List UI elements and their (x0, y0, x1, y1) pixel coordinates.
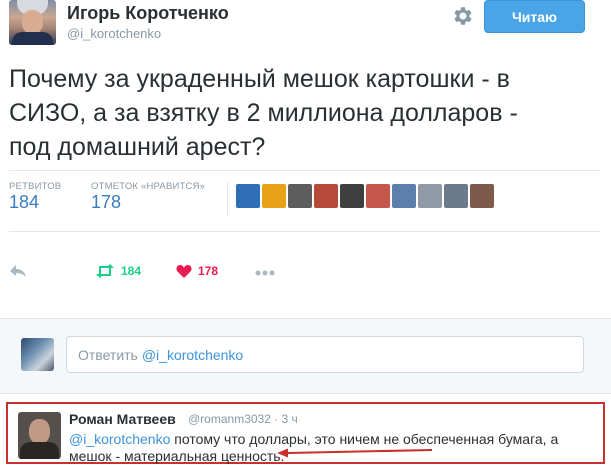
annotation-arrow (277, 448, 433, 458)
reply-author-avatar[interactable] (18, 412, 61, 459)
like-action[interactable]: 178 (176, 264, 218, 278)
reply-text-line-2: мешок - материальная ценность. (69, 448, 285, 464)
tweet-actions: 184 178 (0, 264, 611, 290)
retweets-label: РЕТВИТОВ (9, 181, 62, 192)
heart-icon (176, 265, 192, 278)
liker-avatar[interactable] (262, 184, 286, 208)
author-handle[interactable]: @i_korotchenko (67, 26, 161, 41)
tweet-text: Почему за украденный мешок картошки - в … (9, 62, 599, 164)
reply-placeholder-mention: @i_korotchenko (141, 346, 244, 363)
reply-tweet[interactable]: Роман Матвеев @romanm3032 · 3 ч @i_korot… (6, 402, 605, 464)
author-avatar[interactable] (9, 0, 56, 45)
tweet-text-line-1: Почему за украденный мешок картошки - в (9, 65, 510, 93)
liker-avatar[interactable] (418, 184, 442, 208)
reply-text-line-1: потому что доллары, это ничем не обеспеч… (170, 431, 559, 447)
follow-button[interactable]: Читаю (484, 0, 585, 33)
reply-author-name[interactable]: Роман Матвеев (69, 411, 176, 427)
stats-bottom-divider (9, 231, 600, 232)
reply-author-meta: @romanm3032 · 3 ч (188, 412, 298, 426)
like-action-count: 178 (198, 264, 219, 278)
reply-mention[interactable]: @i_korotchenko (69, 431, 170, 447)
retweets-count[interactable]: 184 (9, 192, 39, 213)
more-action[interactable] (255, 270, 275, 276)
liker-avatar[interactable] (236, 184, 260, 208)
tweet-header: Игорь Коротченко @i_korotchenko Читаю (0, 0, 611, 52)
reply-icon (10, 265, 26, 277)
liker-avatar[interactable] (314, 184, 338, 208)
likes-label: ОТМЕТОК «НРАВИТСЯ» (91, 181, 206, 192)
reply-placeholder: Ответить (78, 346, 138, 363)
gear-icon[interactable] (450, 4, 474, 28)
liker-avatar[interactable] (340, 184, 364, 208)
liker-avatar[interactable] (366, 184, 390, 208)
liker-avatar[interactable] (392, 184, 416, 208)
more-icon (255, 270, 275, 276)
liker-avatar[interactable] (444, 184, 468, 208)
retweet-action-count: 184 (121, 264, 142, 278)
tweet-text-line-2: СИЗО, а за взятку в 2 миллиона долларов … (9, 99, 518, 127)
reply-compose-area: Ответить @i_korotchenko (0, 318, 611, 394)
liker-avatar[interactable] (470, 184, 494, 208)
author-name[interactable]: Игорь Коротченко (67, 3, 229, 24)
stats-separator (227, 182, 228, 216)
liker-avatars (236, 184, 494, 208)
tweet-text-line-3: под домашний арест? (9, 133, 266, 161)
stats-top-divider (9, 170, 600, 171)
reply-input[interactable]: Ответить @i_korotchenko (66, 336, 584, 373)
reply-action[interactable] (9, 264, 27, 278)
retweet-action[interactable]: 184 (95, 264, 141, 278)
current-user-avatar (21, 338, 54, 371)
retweet-icon (96, 264, 114, 278)
likes-count[interactable]: 178 (91, 192, 121, 213)
liker-avatar[interactable] (288, 184, 312, 208)
